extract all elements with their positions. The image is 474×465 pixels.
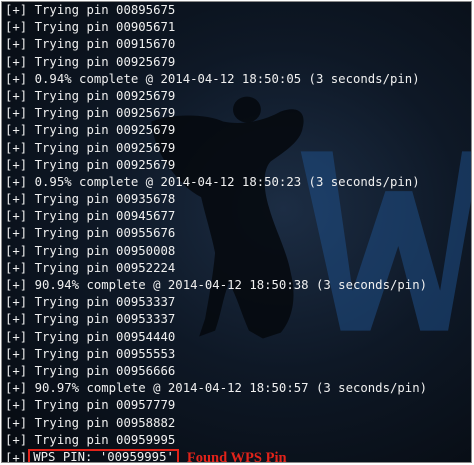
line-text: Trying pin 00925679 [34,140,176,155]
output-line: [+] Trying pin 00925679 [5,122,471,139]
line-text: Trying pin 00954440 [34,329,176,344]
line-text: 90.94% complete @ 2014-04-12 18:50:38 (3… [34,278,428,292]
line-prefix: [+] [5,157,28,172]
line-text: Trying pin 00925679 [34,54,176,69]
line-prefix: [+] [5,54,28,69]
line-text: Trying pin 00925679 [34,88,176,103]
line-prefix: [+] [5,278,28,292]
line-text: Trying pin 00935678 [34,192,176,207]
line-prefix: [+] [5,37,28,52]
output-line: [+] Trying pin 00905671 [5,19,471,36]
result-line: [+] WPS PIN: '00959995' Found WPS Pin [5,448,471,463]
line-prefix: [+] [5,209,28,224]
line-prefix: [+] [5,123,28,138]
line-prefix: [+] [5,450,28,463]
line-text: Trying pin 00895675 [34,3,176,17]
output-line: [+] Trying pin 00925679 [5,105,471,122]
output-line: [+] Trying pin 00957779 [5,397,471,414]
line-prefix: [+] [5,3,28,17]
output-line: [+] Trying pin 00954440 [5,329,471,346]
line-text: Trying pin 00925679 [34,123,176,138]
terminal-window[interactable]: [+] Trying pin 00895675 [+] Trying pin 0… [1,1,472,463]
line-text: Trying pin 00915670 [34,37,176,52]
output-line: [+] Trying pin 00945677 [5,208,471,225]
line-text: Trying pin 00950008 [34,243,176,258]
line-text: 0.95% complete @ 2014-04-12 18:50:23 (3 … [34,174,420,189]
line-text: Trying pin 00956666 [34,363,176,378]
line-prefix: [+] [5,243,28,258]
progress-line: [+] 0.94% complete @ 2014-04-12 18:50:05… [5,71,471,88]
line-text: Trying pin 00958882 [34,415,176,430]
line-prefix: [+] [5,329,28,344]
line-prefix: [+] [5,312,28,327]
line-text: Trying pin 00955553 [34,346,176,361]
progress-line: [+] 90.94% complete @ 2014-04-12 18:50:3… [5,277,471,294]
output-line: [+] Trying pin 00953337 [5,294,471,311]
line-text: Trying pin 00959995 [34,432,176,447]
line-text: 0.94% complete @ 2014-04-12 18:50:05 (3 … [34,71,420,86]
line-prefix: [+] [5,71,28,86]
output-line: [+] Trying pin 00953337 [5,311,471,328]
line-text: Trying pin 00905671 [34,20,176,35]
line-text: Trying pin 00957779 [34,398,176,413]
output-line: [+] Trying pin 00915670 [5,36,471,53]
line-prefix: [+] [5,415,28,430]
line-prefix: [+] [5,260,28,275]
line-prefix: [+] [5,398,28,413]
output-line: [+] Trying pin 00956666 [5,363,471,380]
wps-pin-result: WPS PIN: '00959995' [28,448,179,462]
output-line: [+] Trying pin 00958882 [5,415,471,432]
output-line: [+] Trying pin 00935678 [5,191,471,208]
line-prefix: [+] [5,346,28,361]
line-prefix: [+] [5,295,28,310]
output-line: [+] Trying pin 00955676 [5,225,471,242]
line-text: Trying pin 00953337 [34,295,176,310]
output-line: [+] Trying pin 00925679 [5,88,471,105]
output-line: [+] Trying pin 00950008 [5,243,471,260]
line-prefix: [+] [5,192,28,207]
output-line: [+] Trying pin 00895675 [5,2,471,19]
output-line: [+] Trying pin 00955553 [5,346,471,363]
line-prefix: [+] [5,106,28,121]
line-prefix: [+] [5,20,28,35]
progress-line: [+] 0.95% complete @ 2014-04-12 18:50:23… [5,174,471,191]
line-text: Trying pin 00945677 [34,209,176,224]
found-wps-pin-annotation: Found WPS Pin [186,449,287,463]
line-text: Trying pin 00925679 [34,106,176,121]
line-text: 90.97% complete @ 2014-04-12 18:50:57 (3… [34,381,428,396]
line-text: Trying pin 00955676 [34,226,176,241]
progress-line: [+] 90.97% complete @ 2014-04-12 18:50:5… [5,380,471,397]
line-prefix: [+] [5,174,28,189]
line-prefix: [+] [5,226,28,241]
line-prefix: [+] [5,140,28,155]
line-text: Trying pin 00952224 [34,260,176,275]
line-text: Trying pin 00953337 [34,312,176,327]
output-line: [+] Trying pin 00952224 [5,260,471,277]
line-text: Trying pin 00925679 [34,157,176,172]
line-prefix: [+] [5,432,28,447]
output-line: [+] Trying pin 00925679 [5,54,471,71]
output-line: [+] Trying pin 00925679 [5,140,471,157]
line-prefix: [+] [5,88,28,103]
terminal-output: [+] Trying pin 00895675 [+] Trying pin 0… [5,2,471,463]
output-line: [+] Trying pin 00925679 [5,157,471,174]
line-prefix: [+] [5,381,28,396]
output-line: [+] Trying pin 00959995 [5,432,471,449]
line-prefix: [+] [5,363,28,378]
